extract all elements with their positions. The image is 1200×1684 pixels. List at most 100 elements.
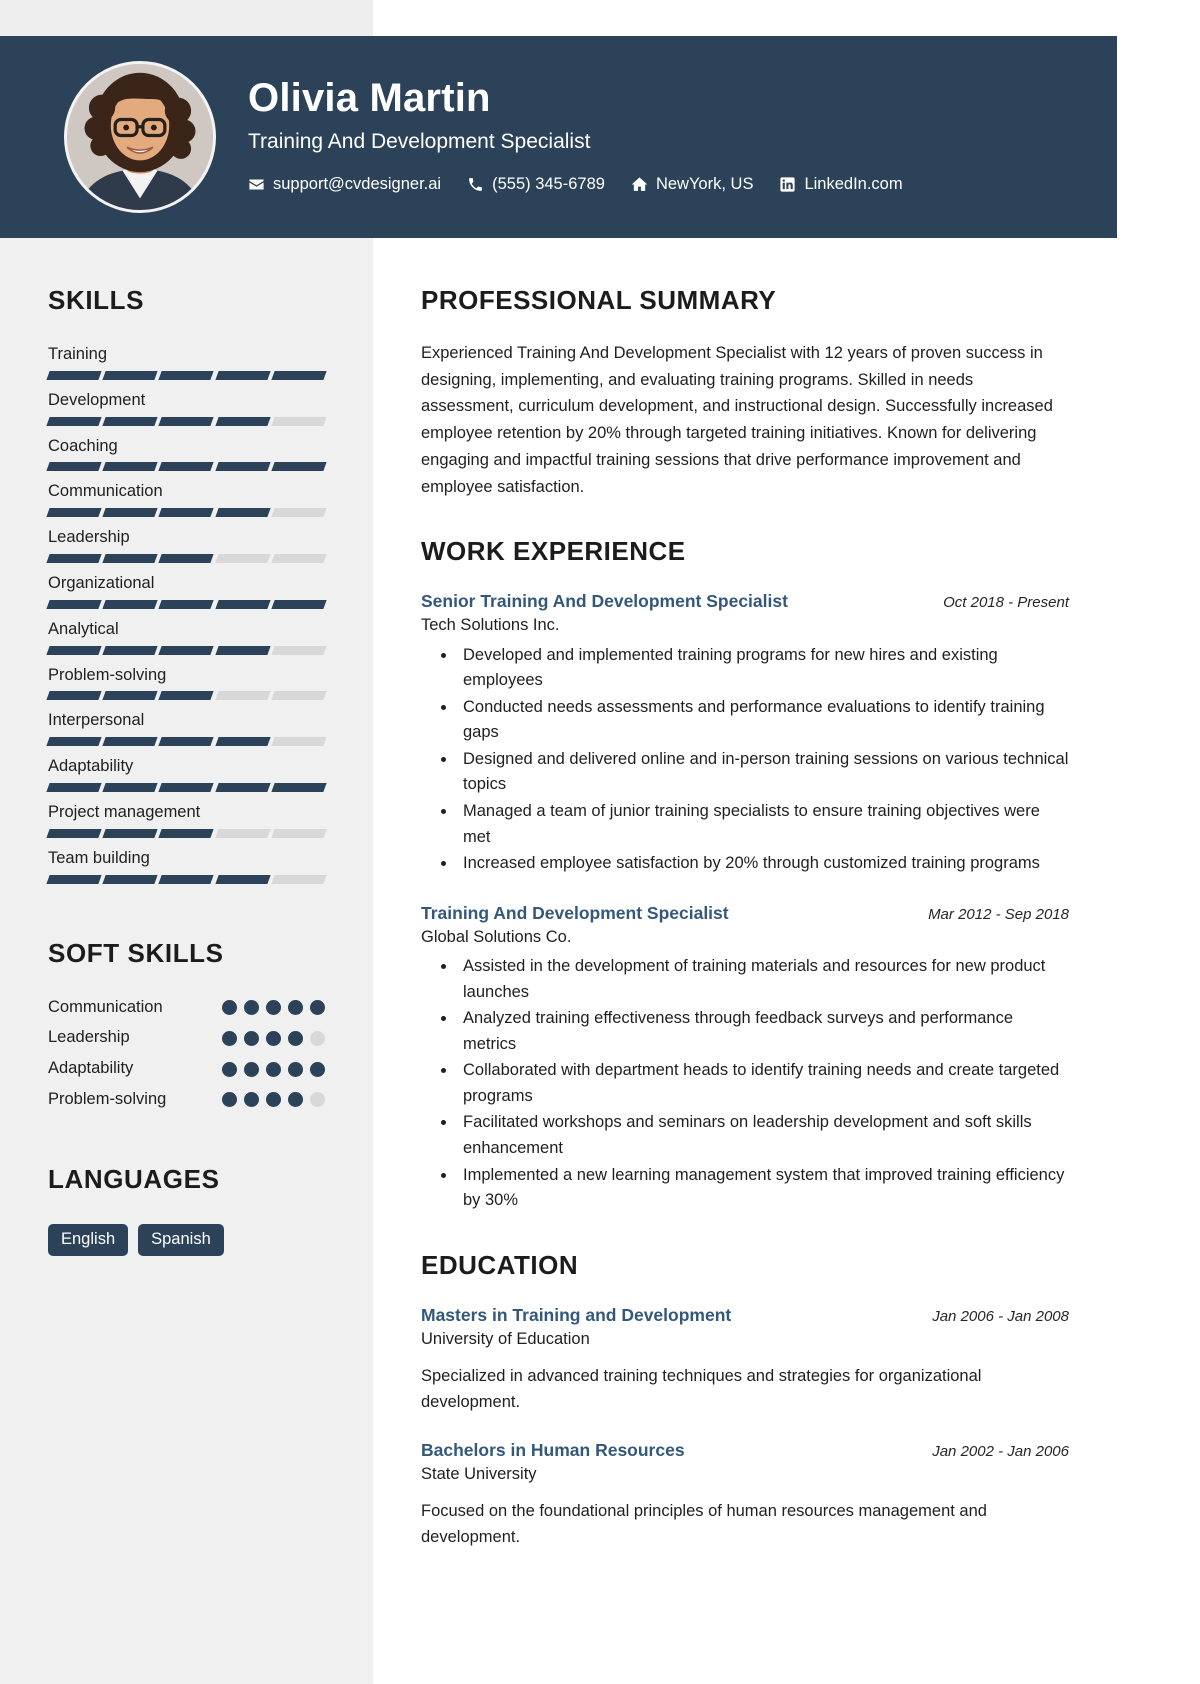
- skill-segment: [158, 645, 215, 655]
- soft-skill-rating: [222, 1092, 325, 1108]
- skill-level-bar: [46, 645, 327, 655]
- skill-segment: [46, 782, 102, 792]
- education-school: University of Education: [421, 1329, 590, 1348]
- skill-segment: [214, 553, 271, 563]
- linkedin-icon: [779, 176, 796, 193]
- soft-skill-label: Problem-solving: [48, 1089, 167, 1108]
- avatar: [64, 61, 216, 213]
- experience-title: Training And Development Specialist: [421, 902, 729, 923]
- experience-date: Mar 2012 - Sep 2018: [928, 905, 1069, 923]
- skill-segment: [214, 508, 271, 518]
- rating-dot: [288, 1061, 303, 1077]
- home-icon: [631, 176, 648, 193]
- experience-bullet: Analyzed training effectiveness through …: [457, 1006, 1069, 1057]
- rating-dot: [310, 1030, 325, 1046]
- skill-segment: [271, 553, 327, 563]
- rating-dot: [222, 1030, 237, 1046]
- skill-level-bar: [46, 691, 327, 701]
- experience-company: Global Solutions Co.: [421, 927, 572, 946]
- rating-dot: [288, 999, 303, 1015]
- skill-segment: [214, 782, 271, 792]
- skill-segment: [46, 645, 102, 655]
- skill-segment: [46, 416, 102, 426]
- education-entry-header: Masters in Training and Development Jan 2…: [421, 1305, 1069, 1327]
- skill-segment: [46, 874, 102, 884]
- skill-segment: [214, 691, 271, 701]
- education-degree: Masters in Training and Development: [421, 1304, 732, 1325]
- experience-bullet: Developed and implemented training progr…: [457, 643, 1069, 694]
- skill-label: Team building: [48, 848, 150, 867]
- envelope-icon: [248, 176, 265, 193]
- resume-header: Olivia Martin Training And Development S…: [0, 36, 1117, 238]
- skills-heading: SKILLS: [48, 285, 145, 315]
- skill-segment: [158, 737, 215, 747]
- education-entry-header: Bachelors in Human Resources Jan 2002 - J…: [421, 1440, 1069, 1462]
- experience-title: Senior Training And Development Speciali…: [421, 591, 788, 612]
- soft-skill-label: Communication: [48, 997, 163, 1016]
- skill-segment: [271, 508, 327, 518]
- skill-segment: [102, 370, 159, 380]
- skill-label: Leadership: [48, 528, 130, 547]
- rating-dot: [266, 1030, 281, 1046]
- skill-item: Organizational: [46, 574, 327, 609]
- contact-row: support@cvdesigner.ai (555) 345-6789 New…: [248, 175, 903, 194]
- skill-label: Project management: [48, 802, 201, 821]
- soft-skill-rating: [222, 999, 325, 1015]
- skill-segment: [102, 508, 159, 518]
- skill-segment: [271, 691, 327, 701]
- skill-segment: [271, 782, 327, 792]
- skill-segment: [102, 874, 159, 884]
- skill-segment: [158, 416, 215, 426]
- skill-label: Adaptability: [48, 757, 134, 776]
- skill-segment: [46, 553, 102, 563]
- rating-dot: [222, 1092, 237, 1108]
- skill-level-bar: [46, 828, 327, 838]
- skill-segment: [158, 874, 215, 884]
- phone-icon: [467, 176, 484, 193]
- soft-skills-heading: SOFT SKILLS: [48, 937, 224, 968]
- contact-email-text: support@cvdesigner.ai: [273, 175, 442, 194]
- contact-phone[interactable]: (555) 345-6789: [467, 175, 605, 194]
- contact-linkedin-text: LinkedIn.com: [804, 175, 903, 194]
- rating-dot: [310, 999, 325, 1015]
- education-entry: Bachelors in Human Resources Jan 2002 - J…: [421, 1440, 1069, 1551]
- soft-skill-row: Problem-solving: [48, 1090, 325, 1110]
- skill-segment: [271, 599, 327, 609]
- language-chip[interactable]: Spanish: [138, 1223, 224, 1256]
- skill-label: Interpersonal: [48, 711, 145, 730]
- contact-email[interactable]: support@cvdesigner.ai: [248, 175, 441, 194]
- rating-dot: [266, 1061, 281, 1077]
- soft-skill-rating: [222, 1061, 325, 1077]
- skill-segment: [271, 874, 327, 884]
- experience-bullet: Conducted needs assessments and performa…: [457, 695, 1069, 746]
- education-entry: Masters in Training and Development Jan 2…: [421, 1305, 1069, 1416]
- education-description: Focused on the foundational principles o…: [421, 1502, 987, 1547]
- experience-bullet: Designed and delivered online and in-per…: [457, 747, 1069, 798]
- skill-label: Analytical: [48, 619, 119, 638]
- skill-segment: [214, 462, 271, 472]
- experience-bullet: Increased employee satisfaction by 20% t…: [457, 851, 1069, 877]
- skill-segment: [102, 782, 159, 792]
- skill-segment: [46, 462, 102, 472]
- skill-segment: [102, 599, 159, 609]
- experience-entry: Training And Development Specialist Mar 2…: [421, 903, 1069, 1214]
- skill-item: Interpersonal: [46, 711, 327, 747]
- skill-segment: [214, 828, 271, 838]
- skill-segment: [214, 645, 271, 655]
- experience-entry: Senior Training And Development Speciali…: [421, 591, 1069, 876]
- contact-linkedin[interactable]: LinkedIn.com: [779, 175, 903, 194]
- experience-bullet: Collaborated with department heads to id…: [457, 1058, 1069, 1109]
- skill-segment: [102, 691, 159, 701]
- languages-list: English Spanish: [48, 1223, 325, 1256]
- skill-segment: [158, 828, 215, 838]
- experience-bullet: Facilitated workshops and seminars on le…: [457, 1110, 1069, 1161]
- language-chip[interactable]: English: [48, 1223, 129, 1256]
- resume-body: SKILLS Training Development Coaching Commun…: [0, 238, 1117, 1684]
- skill-segment: [102, 462, 159, 472]
- skill-level-bar: [46, 599, 327, 609]
- experience-bullets: Developed and implemented training progr…: [421, 643, 1069, 877]
- skill-segment: [102, 416, 159, 426]
- skill-level-bar: [46, 416, 327, 426]
- contact-location[interactable]: NewYork, US: [631, 175, 753, 194]
- experience-bullet: Assisted in the development of training …: [457, 954, 1069, 1005]
